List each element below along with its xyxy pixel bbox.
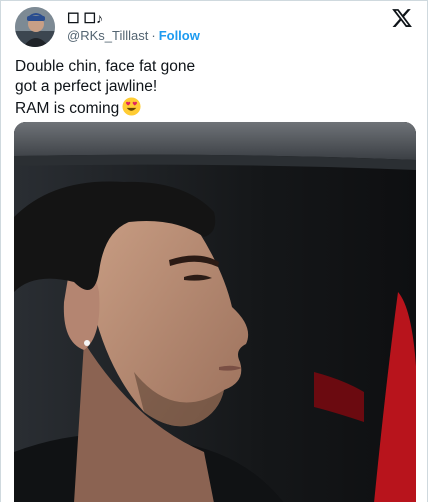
tweet-line-1: Double chin, face fat gone <box>15 58 196 75</box>
heart-eyes-emoji-icon <box>122 97 141 116</box>
author-handle[interactable]: @RKs_Tilllast <box>67 28 148 43</box>
tweet-header: ☐ ☐♪ @RKs_Tilllast · Follow <box>15 7 417 47</box>
follow-button[interactable]: Follow <box>159 28 200 43</box>
tweet-line-2: got a perfect jawline! <box>15 78 158 95</box>
display-name[interactable]: ☐ ☐♪ <box>67 9 200 27</box>
tweet-text: Double chin, face fat gone got a perfect… <box>15 57 405 119</box>
x-logo-icon[interactable] <box>391 7 413 29</box>
embedded-tweet-card: ☐ ☐♪ @RKs_Tilllast · Follow Double chin, f… <box>0 0 428 502</box>
author-block: ☐ ☐♪ @RKs_Tilllast · Follow <box>67 9 200 44</box>
meta-row: @RKs_Tilllast · Follow <box>67 27 200 44</box>
tweet-line-3-wrap: RAM is coming <box>15 97 405 119</box>
tweet-line-3: RAM is coming <box>15 100 120 117</box>
tweet-media-image[interactable] <box>14 122 416 502</box>
avatar[interactable] <box>15 7 55 47</box>
separator-dot: · <box>151 28 156 43</box>
